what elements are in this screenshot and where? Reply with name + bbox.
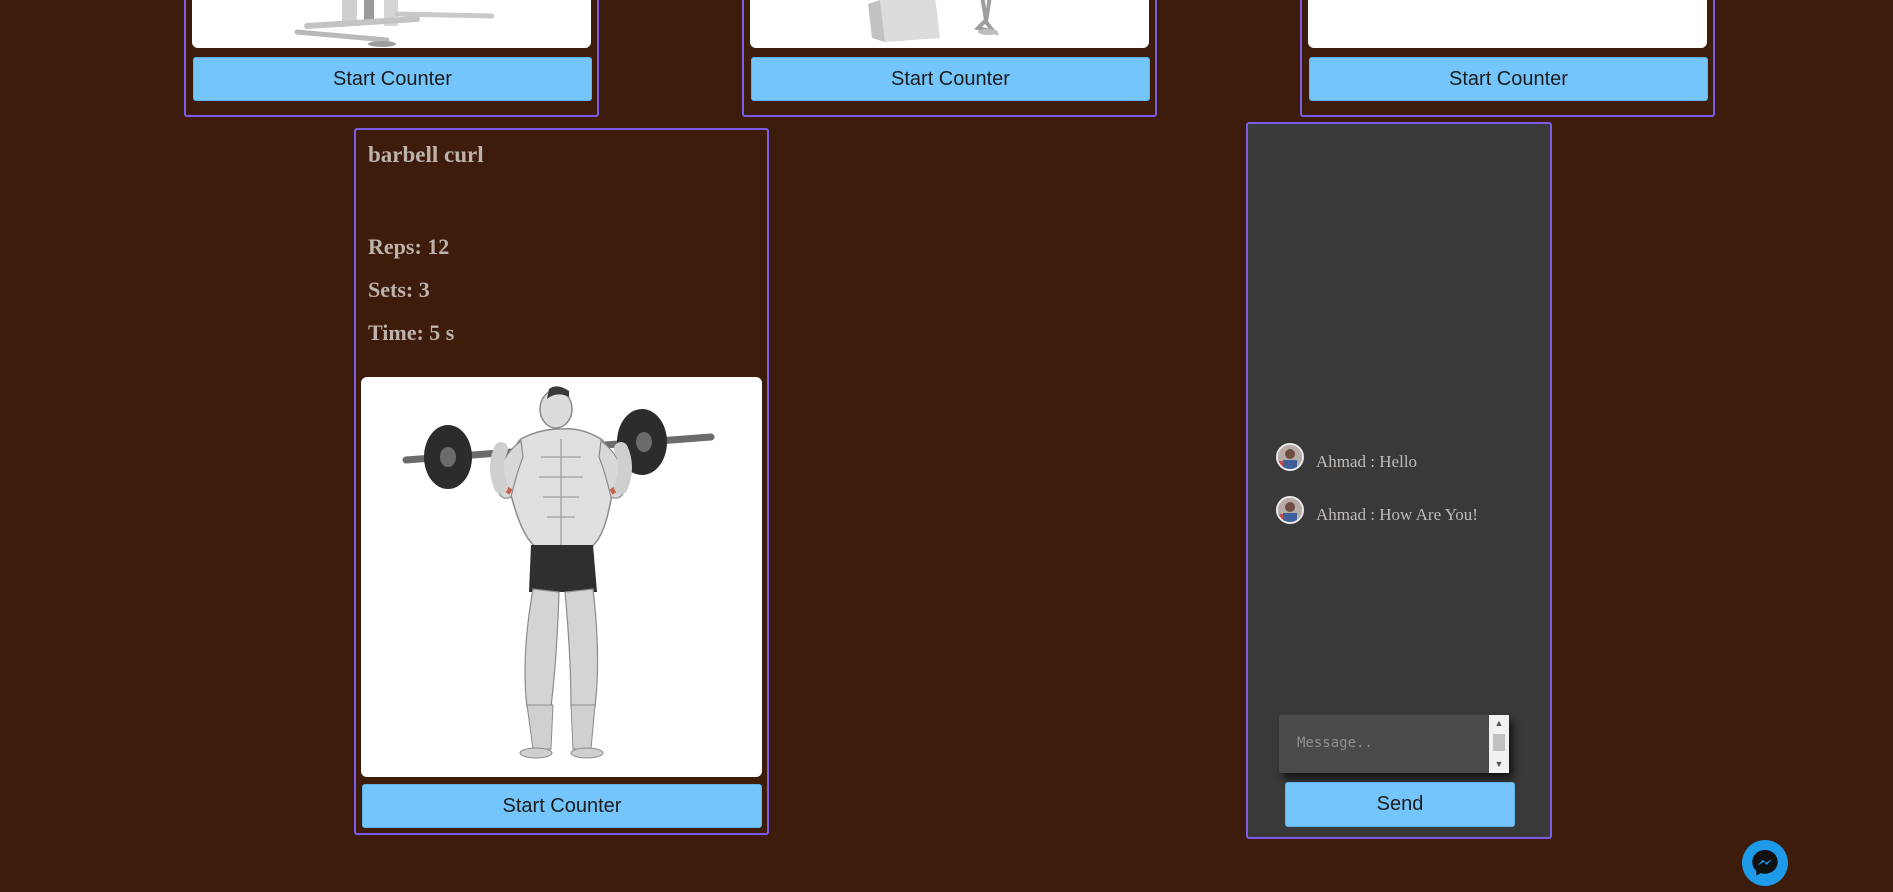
- exercise-illustration-2: [868, 0, 1000, 42]
- exercise-sets: Sets: 3: [368, 277, 430, 302]
- scroll-down-icon[interactable]: ▼: [1489, 756, 1509, 773]
- scroll-up-icon[interactable]: ▲: [1489, 715, 1509, 732]
- avatar-icon: [1278, 445, 1302, 469]
- exercise-image-barbell-curl: [361, 377, 762, 777]
- send-button[interactable]: Send: [1285, 782, 1515, 827]
- start-counter-label-barbell-curl: Start Counter: [502, 794, 622, 817]
- exercise-card-barbell-curl: barbell curl Reps: 12 Sets: 3 Time: 5 s: [354, 128, 769, 835]
- start-counter-button-1[interactable]: Start Counter: [193, 57, 592, 101]
- send-button-label: Send: [1376, 793, 1424, 815]
- avatar: [1276, 496, 1304, 524]
- avatar: [1276, 443, 1304, 471]
- exercise-card-3: Start Counter: [1300, 0, 1715, 117]
- exercise-card-2: Start Counter: [742, 0, 1157, 117]
- start-counter-button-2[interactable]: Start Counter: [751, 57, 1150, 101]
- exercise-time: Time: 5 s: [368, 320, 455, 345]
- start-counter-label-1: Start Counter: [333, 67, 452, 90]
- message-input[interactable]: [1279, 715, 1487, 773]
- messenger-button[interactable]: [1742, 840, 1788, 886]
- chat-message-text: Ahmad : How Are You!: [1316, 505, 1478, 524]
- chat-message-text: Ahmad : Hello: [1316, 452, 1418, 471]
- exercise-title: barbell curl: [368, 142, 484, 167]
- start-counter-button-3[interactable]: Start Counter: [1309, 57, 1708, 101]
- start-counter-label-3: Start Counter: [1449, 67, 1568, 90]
- messenger-icon: [1752, 850, 1778, 876]
- start-counter-label-2: Start Counter: [891, 67, 1010, 90]
- avatar-icon: [1278, 498, 1302, 522]
- exercise-image-1: [192, 0, 591, 48]
- chat-message: Ahmad : Hello: [1276, 442, 1417, 472]
- chat-panel: Ahmad : Hello Ahmad : How Are You! ▲ ▼ S…: [1246, 122, 1552, 839]
- exercise-image-2: [750, 0, 1149, 48]
- chat-message: Ahmad : How Are You!: [1276, 495, 1478, 525]
- exercise-image-3: [1308, 0, 1707, 48]
- exercise-reps: Reps: 12: [368, 234, 450, 259]
- start-counter-button-barbell-curl[interactable]: Start Counter: [362, 784, 762, 828]
- exercise-illustration-1: [294, 0, 495, 47]
- barbell-curl-illustration: [402, 386, 715, 759]
- exercise-card-1: Start Counter: [184, 0, 599, 117]
- message-input-wrapper: ▲ ▼: [1279, 715, 1509, 773]
- scrollbar-thumb[interactable]: [1493, 734, 1505, 751]
- message-input-scrollbar[interactable]: ▲ ▼: [1489, 715, 1509, 773]
